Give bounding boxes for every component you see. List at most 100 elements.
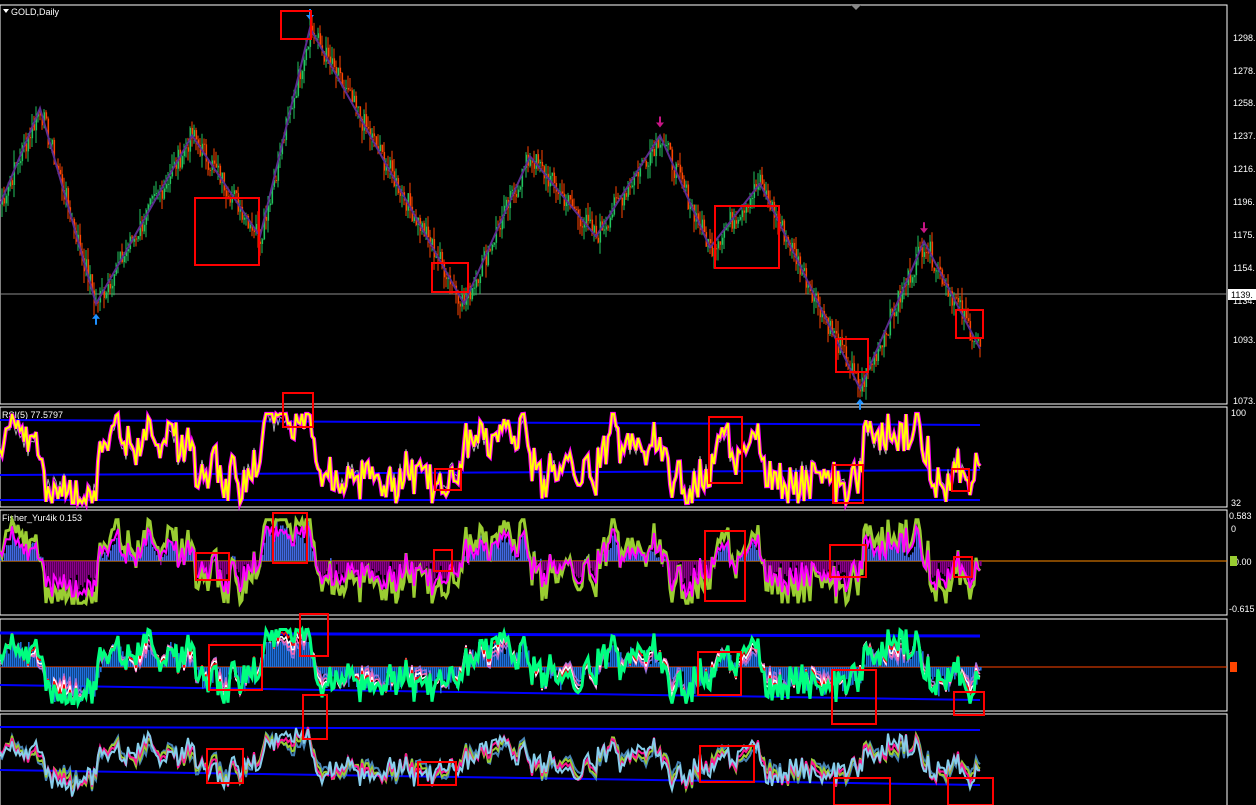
ind3-histogram-bar	[432, 667, 434, 682]
price-axis: 1298. 1278. 1258. 1237. 1216. 1196. 1175…	[1233, 33, 1256, 406]
candle-body	[519, 186, 522, 190]
candle-body	[737, 219, 740, 224]
candle-body	[213, 160, 216, 164]
candle-body	[689, 207, 692, 210]
candle-body	[19, 161, 22, 164]
fisher-histogram-bar	[152, 546, 154, 561]
ind3-zero-badge	[1230, 662, 1237, 672]
chevron-down-icon[interactable]	[3, 9, 9, 13]
candle-body	[295, 95, 298, 98]
candle-body	[479, 276, 482, 284]
candle-body	[887, 334, 890, 336]
candle-body	[233, 190, 236, 195]
svg-text:-0.615: -0.615	[1229, 604, 1255, 614]
candle-body	[261, 239, 264, 244]
candle-body	[367, 127, 370, 129]
candle-body	[933, 267, 936, 272]
fisher-histogram-bar	[394, 561, 396, 570]
fisher-histogram-bar	[522, 535, 524, 561]
fisher-histogram-bar	[844, 561, 846, 573]
fisher-histogram-bar	[8, 545, 10, 561]
svg-text:1093.: 1093.	[1233, 335, 1256, 345]
candle-body	[155, 193, 158, 195]
fisher-histogram-bar	[650, 550, 652, 561]
ind3-histogram-bar	[306, 642, 308, 667]
fisher-histogram-bar	[170, 541, 172, 561]
candle-body	[381, 144, 384, 152]
fisher-histogram-bar	[300, 537, 302, 561]
svg-text:1298.: 1298.	[1233, 33, 1256, 43]
scroll-marker-icon[interactable]	[851, 5, 861, 10]
candle-body	[977, 339, 980, 341]
fisher-histogram-bar	[578, 561, 580, 579]
candle-body	[581, 226, 584, 228]
zigzag-line	[0, 25, 981, 392]
candle-body	[541, 161, 544, 167]
candle-body	[751, 198, 754, 200]
candle-body	[337, 67, 340, 76]
candle-body	[249, 224, 252, 229]
candle-body	[511, 189, 514, 191]
svg-text:1196.: 1196.	[1233, 197, 1255, 207]
candle-body	[203, 143, 206, 145]
fisher-histogram-bar	[338, 561, 340, 574]
ind4-band-upper	[0, 726, 981, 731]
candle-body	[653, 149, 656, 157]
ind3-histogram-bar	[268, 642, 270, 667]
fisher-histogram-bar	[678, 561, 680, 564]
candle-body	[623, 193, 626, 206]
fisher-histogram-bar	[424, 561, 426, 569]
candle-body	[667, 143, 670, 146]
fisher-histogram-bar	[718, 551, 720, 561]
fisher-histogram-bar	[154, 550, 156, 561]
fisher-histogram-bar	[504, 536, 506, 561]
fisher-histogram-bar	[576, 561, 578, 577]
fisher-histogram-bar	[110, 550, 112, 561]
fisher-histogram-bar	[696, 561, 698, 576]
candle-body	[333, 58, 336, 68]
ind3-histogram-bar	[682, 667, 684, 672]
candle-body	[739, 217, 742, 220]
fisher-histogram-bar	[908, 557, 910, 561]
candle-body	[435, 257, 438, 259]
candle-body	[677, 163, 680, 165]
ind3-histogram-bar	[82, 667, 84, 687]
candle-body	[979, 339, 982, 347]
candle-body	[265, 216, 268, 221]
fisher-histogram-bar	[330, 558, 332, 561]
fisher-histogram-bar	[146, 546, 148, 561]
candle-body	[967, 318, 970, 322]
candle-body	[207, 161, 210, 170]
candle-body	[761, 174, 764, 184]
candle-body	[489, 249, 492, 251]
candle-body	[913, 275, 916, 278]
candle-body	[163, 188, 166, 199]
ind3-histogram-bar	[0, 666, 2, 667]
fisher-histogram-bar	[160, 561, 162, 566]
fisher-histogram-bar	[754, 545, 756, 561]
candle-body	[703, 219, 706, 233]
candle-body	[781, 220, 784, 226]
candle-body	[193, 130, 196, 137]
fisher-histogram-bar	[592, 561, 594, 571]
fisher-histogram-bar	[32, 542, 34, 561]
fisher-histogram-bar	[518, 558, 520, 561]
candle-body	[215, 163, 218, 168]
candle-body	[235, 190, 238, 194]
candle-body	[535, 154, 538, 169]
fisher-histogram-bar	[294, 544, 296, 561]
candle-body	[565, 202, 568, 207]
candle-body	[647, 165, 650, 167]
fisher-histogram-bar	[840, 561, 842, 574]
fisher-histogram-bar	[372, 561, 374, 570]
fisher-histogram-bar	[796, 561, 798, 566]
candle-body	[587, 214, 590, 222]
candle-body	[971, 340, 974, 342]
ind3-histogram-bar	[934, 667, 936, 677]
candle-body	[517, 189, 520, 197]
ind3-histogram-bar	[612, 645, 614, 667]
fisher-histogram-bar	[298, 535, 300, 561]
ind3-histogram-bar	[270, 642, 272, 667]
fisher-histogram-bar	[326, 561, 328, 571]
candle-body	[685, 184, 688, 188]
